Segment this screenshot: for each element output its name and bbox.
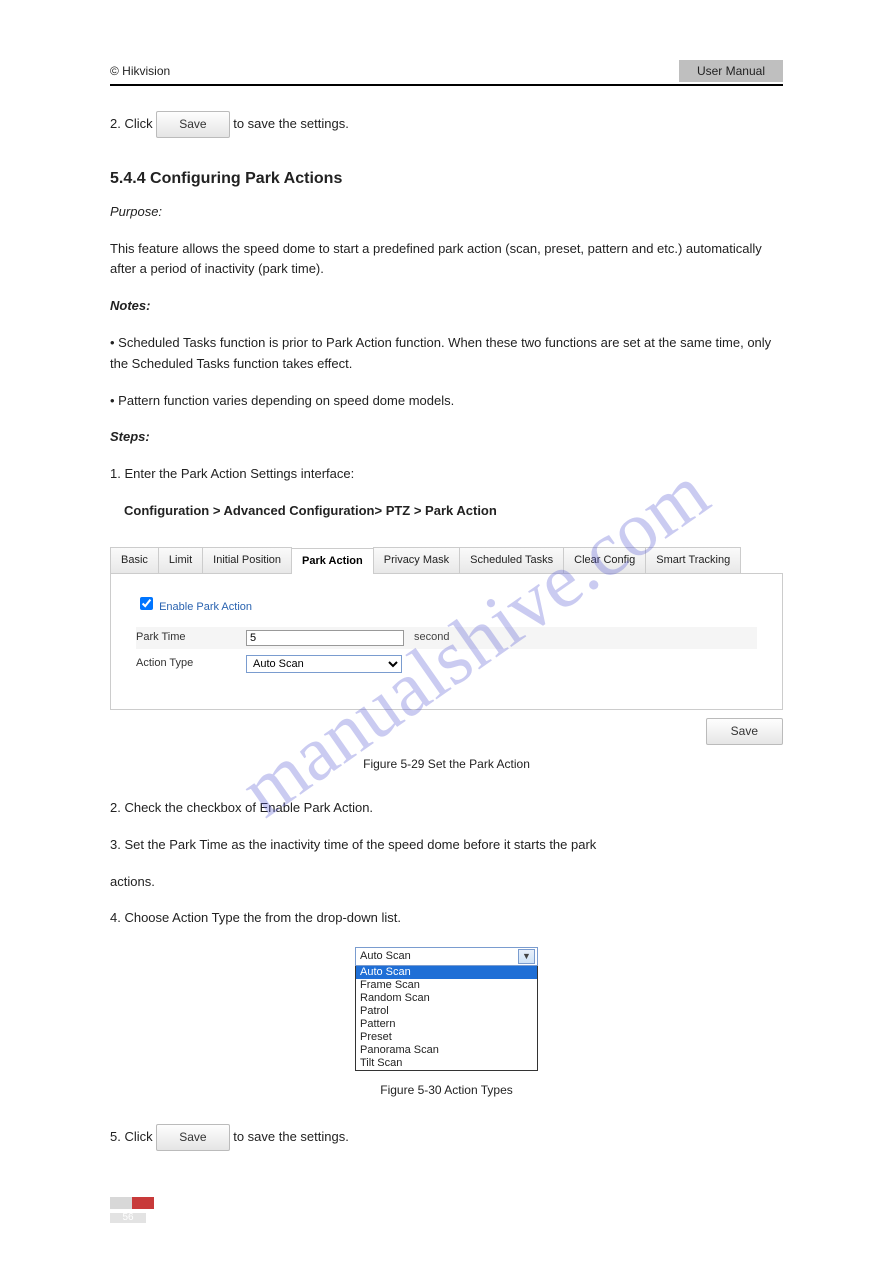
page-number: 56 (110, 1213, 146, 1223)
park-time-unit: second (414, 629, 449, 647)
dd-item-auto-scan[interactable]: Auto Scan (356, 966, 537, 979)
step-3a: 3. Set the Park Time as the inactivity t… (110, 835, 783, 856)
dropdown-control[interactable]: Auto Scan ▼ (355, 947, 538, 966)
save-button-inline-2[interactable]: Save (156, 1124, 229, 1151)
purpose-body: This feature allows the speed dome to st… (110, 239, 783, 281)
action-type-dropdown-figure: Auto Scan ▼ Auto Scan Frame Scan Random … (355, 947, 538, 1071)
tab-park-action[interactable]: Park Action (291, 548, 374, 575)
tab-scheduled-tasks[interactable]: Scheduled Tasks (459, 547, 564, 574)
action-type-label: Action Type (136, 655, 246, 673)
save-button[interactable]: Save (706, 718, 783, 745)
step-1: 1. Enter the Park Action Settings interf… (110, 464, 783, 485)
enable-park-action-row: Enable Park Action (136, 594, 757, 617)
action-type-select[interactable]: Auto Scan (246, 655, 402, 673)
dropdown-selected: Auto Scan (360, 948, 411, 966)
header-right: User Manual (679, 60, 783, 82)
tab-initial-position[interactable]: Initial Position (202, 547, 292, 574)
park-time-input[interactable] (246, 630, 404, 646)
page-header: © Hikvision User Manual (110, 60, 783, 82)
tab-bar: Basic Limit Initial Position Park Action… (110, 547, 783, 575)
header-rule (110, 84, 783, 86)
step-5: 5. Click Save to save the settings. (110, 1124, 783, 1151)
footer-block-red (132, 1197, 154, 1209)
figure-park-action: Basic Limit Initial Position Park Action… (110, 547, 783, 745)
note-2: • Pattern function varies depending on s… (110, 391, 783, 412)
enable-park-action-checkbox[interactable] (140, 597, 153, 610)
figure-2-caption: Figure 5-30 Action Types (110, 1081, 783, 1100)
dd-item-pattern[interactable]: Pattern (356, 1018, 537, 1031)
chevron-down-icon: ▼ (518, 949, 535, 964)
figure-1-caption: Figure 5-29 Set the Park Action (110, 755, 783, 774)
step-2: 2. Check the checkbox of Enable Park Act… (110, 798, 783, 819)
purpose-title: Purpose: (110, 202, 783, 223)
header-left: © Hikvision (110, 64, 170, 78)
step-1-path: Configuration > Advanced Configuration> … (124, 501, 783, 522)
tab-clear-config[interactable]: Clear Config (563, 547, 646, 574)
tab-privacy-mask[interactable]: Privacy Mask (373, 547, 460, 574)
step-save-line: 2. Click Save to save the settings. (110, 111, 783, 138)
page-footer: 56 (110, 1197, 154, 1223)
step-3b: actions. (110, 872, 783, 893)
enable-park-action-label: Enable Park Action (159, 601, 252, 613)
tab-basic[interactable]: Basic (110, 547, 159, 574)
dd-item-preset[interactable]: Preset (356, 1031, 537, 1044)
dropdown-list: Auto Scan Frame Scan Random Scan Patrol … (355, 966, 538, 1071)
step-4: 4. Choose Action Type the from the drop-… (110, 908, 783, 929)
dd-item-random-scan[interactable]: Random Scan (356, 992, 537, 1005)
notes-title: Notes: (110, 296, 783, 317)
dd-item-panorama-scan[interactable]: Panorama Scan (356, 1044, 537, 1057)
section-title: 5.4.4 Configuring Park Actions (110, 166, 783, 192)
dd-item-tilt-scan[interactable]: Tilt Scan (356, 1057, 537, 1070)
config-panel: Enable Park Action Park Time second Acti… (110, 574, 783, 709)
tab-limit[interactable]: Limit (158, 547, 203, 574)
tab-smart-tracking[interactable]: Smart Tracking (645, 547, 741, 574)
dd-item-frame-scan[interactable]: Frame Scan (356, 979, 537, 992)
footer-block-gray (110, 1197, 132, 1209)
note-1: • Scheduled Tasks function is prior to P… (110, 333, 783, 375)
dd-item-patrol[interactable]: Patrol (356, 1005, 537, 1018)
park-time-label: Park Time (136, 629, 246, 647)
save-button-inline-1[interactable]: Save (156, 111, 229, 138)
steps-title: Steps: (110, 427, 783, 448)
